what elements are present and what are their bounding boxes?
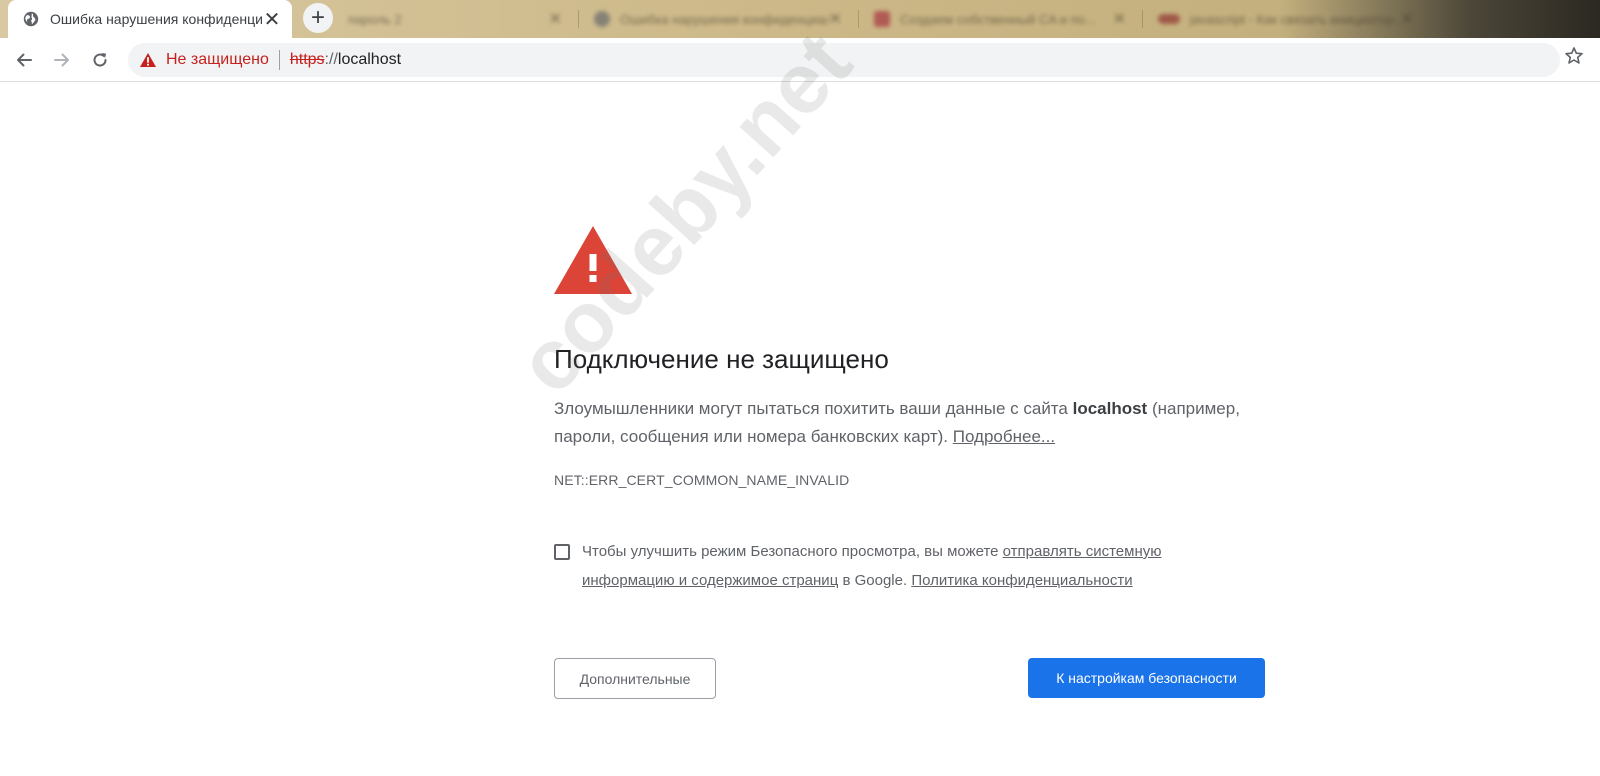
tab-title: Ошибка нарушения конфиденциальности: [620, 11, 829, 27]
site-favicon-icon: [874, 11, 890, 27]
globe-icon: [594, 11, 610, 27]
tab-title: пароль 2: [348, 11, 402, 27]
arrow-left-icon: [17, 53, 32, 67]
bookmark-star-icon[interactable]: [1564, 46, 1584, 66]
warning-triangle-icon: [554, 226, 632, 294]
close-tab-icon[interactable]: ✕: [549, 9, 562, 29]
url-host: localhost: [337, 51, 402, 68]
error-code: NET::ERR_CERT_COMMON_NAME_INVALID: [554, 472, 850, 488]
close-tab-icon[interactable]: ✕: [1401, 9, 1414, 29]
tab-background[interactable]: javascript - Как связать инициатор... ✕: [1146, 0, 1426, 38]
close-tab-icon[interactable]: ✕: [1113, 9, 1126, 29]
page-title: Подключение не защищено: [554, 344, 889, 374]
url-separator: ://: [324, 51, 338, 68]
learn-more-link[interactable]: Подробнее...: [953, 427, 1055, 446]
close-tab-icon[interactable]: ✕: [829, 9, 842, 29]
reload-icon: [93, 53, 107, 67]
tab-title: Создаем собственный CA и по...: [900, 11, 1096, 27]
browser-toolbar: Не защищено https://localhost: [0, 38, 1600, 82]
tab-background[interactable]: Создаем собственный CA и по... ✕: [862, 0, 1138, 38]
tab-background[interactable]: пароль 2 ✕: [336, 0, 574, 38]
omnibox-divider: [278, 50, 280, 70]
close-tab-icon[interactable]: ✕: [262, 9, 282, 31]
arrow-right-icon: [54, 53, 69, 67]
reload-button[interactable]: [84, 44, 116, 76]
site-favicon-icon: [1158, 14, 1180, 24]
back-to-safety-button[interactable]: К настройкам безопасности: [1028, 658, 1265, 698]
new-tab-button[interactable]: +: [303, 3, 333, 33]
address-bar[interactable]: Не защищено https://localhost: [128, 43, 1560, 77]
globe-icon: [23, 11, 39, 27]
tab-background[interactable]: Ошибка нарушения конфиденциальности ✕: [582, 0, 854, 38]
tab-title: javascript - Как связать инициатор...: [1190, 11, 1401, 27]
url-scheme: https: [289, 51, 325, 68]
url-text[interactable]: https://localhost: [290, 51, 401, 69]
optin-text-part: Чтобы улучшить режим Безопасного просмот…: [582, 543, 1003, 560]
tab-strip: Ошибка нарушения конфиденциальности ✕ + …: [0, 0, 1600, 38]
warning-icon: [140, 53, 156, 67]
optin-checkbox[interactable]: [554, 544, 570, 560]
advanced-button[interactable]: Дополнительные: [554, 658, 716, 699]
security-indicator[interactable]: Не защищено: [166, 51, 269, 69]
description-text: Злоумышленники могут пытаться похитить в…: [554, 399, 1073, 418]
optin-text: Чтобы улучшить режим Безопасного просмот…: [582, 537, 1222, 595]
tab-active[interactable]: Ошибка нарушения конфиденциальности ✕: [8, 0, 292, 38]
privacy-policy-link[interactable]: Политика конфиденциальности: [911, 572, 1132, 589]
optin-text-part: в Google.: [838, 572, 912, 589]
site-host: localhost: [1072, 399, 1148, 418]
forward-button[interactable]: [46, 44, 78, 76]
back-button[interactable]: [8, 44, 40, 76]
error-description: Злоумышленники могут пытаться похитить в…: [554, 395, 1266, 451]
tab-title: Ошибка нарушения конфиденциальности: [50, 11, 262, 27]
